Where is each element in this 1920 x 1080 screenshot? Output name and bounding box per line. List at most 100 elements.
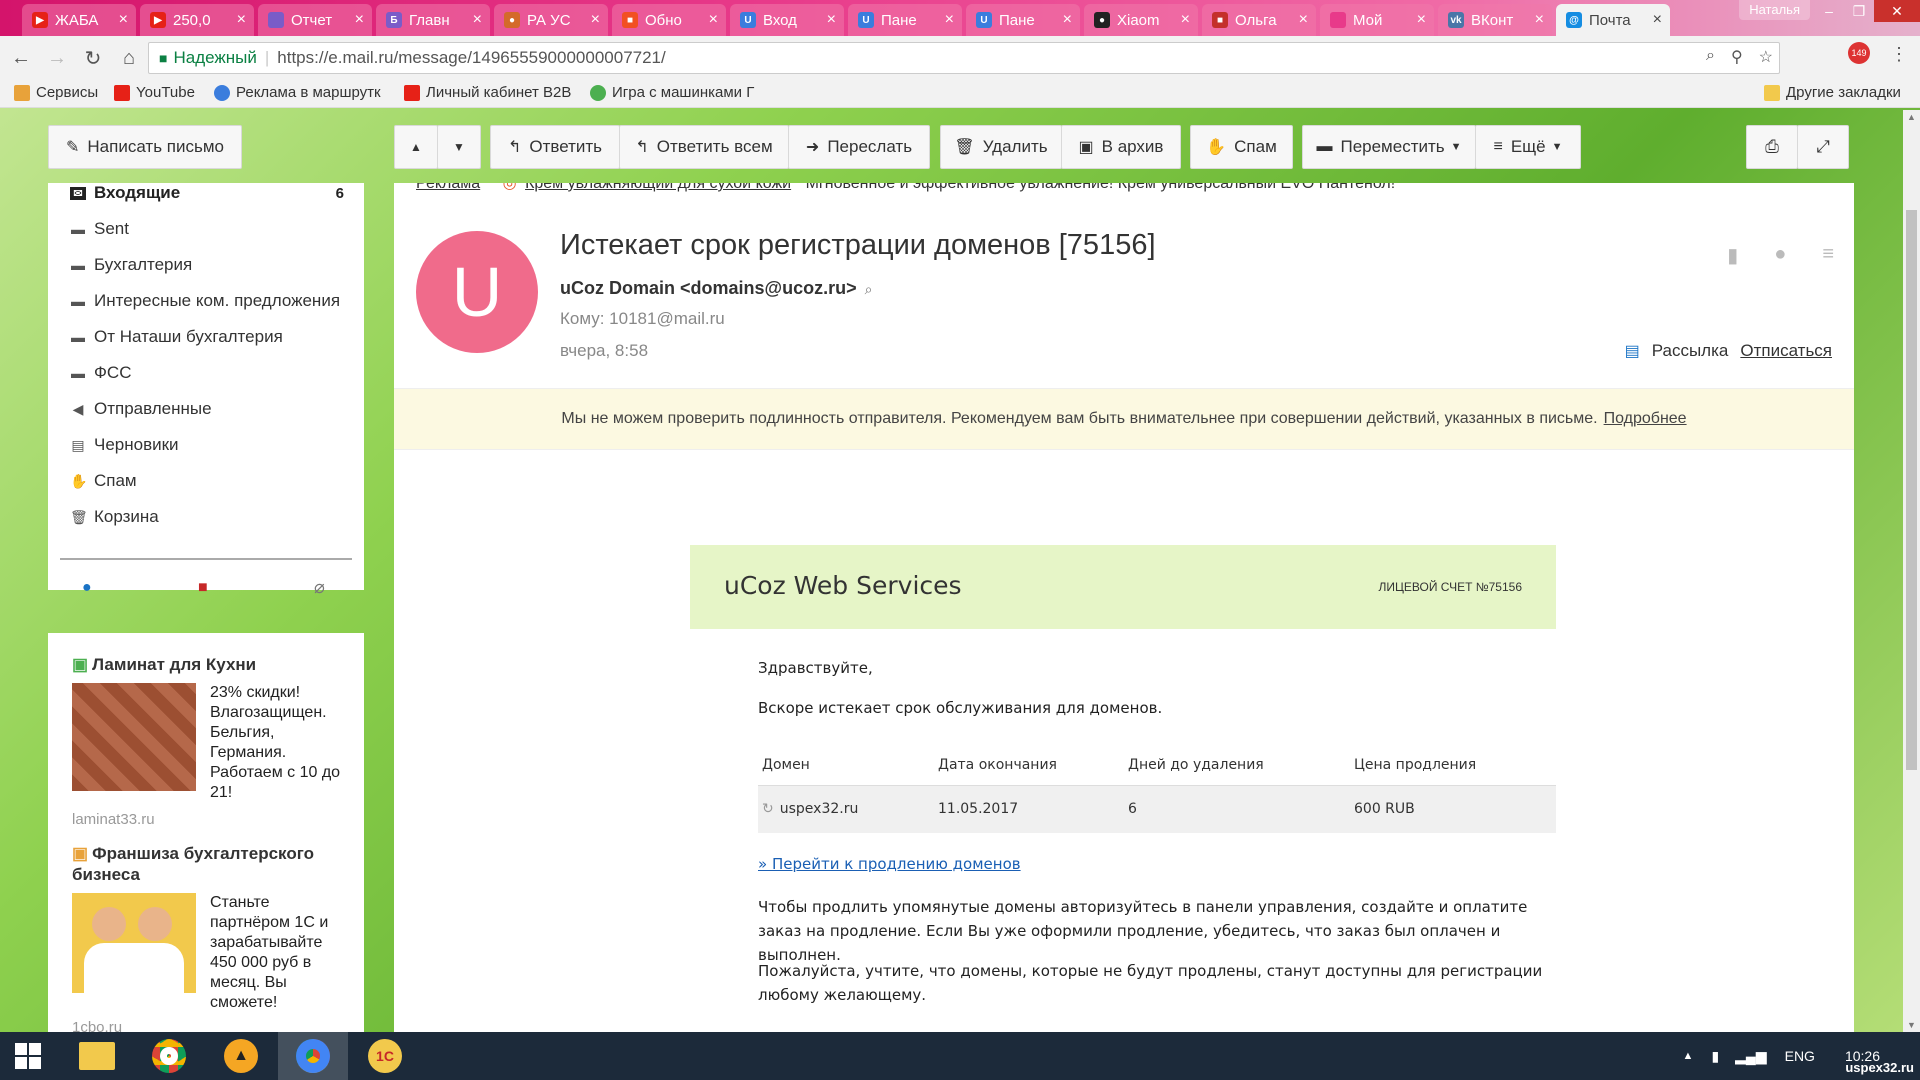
tab-close-icon[interactable]: × — [1063, 11, 1072, 29]
tray-expand-icon[interactable]: ▲ — [1683, 1050, 1694, 1062]
bookmark-youtube[interactable]: YouTube — [114, 84, 195, 101]
forward-button[interactable]: ➜ Переслать — [788, 125, 930, 169]
browser-tab[interactable]: ■ Ольга × — [1202, 4, 1316, 36]
maximize-icon[interactable]: ❐ — [1844, 0, 1874, 22]
tab-close-icon[interactable]: × — [355, 11, 364, 29]
network-icon[interactable]: ▂▄▆ — [1735, 1048, 1766, 1065]
close-window-icon[interactable]: ✕ — [1874, 0, 1920, 22]
taskbar-aimp[interactable]: ▲ — [206, 1032, 276, 1080]
language-indicator[interactable]: ENG — [1785, 1048, 1815, 1064]
start-button[interactable] — [0, 1032, 56, 1080]
url-text[interactable]: https://e.mail.ru/message/14965559000000… — [277, 48, 665, 68]
scroll-down-icon[interactable]: ▼ — [1903, 1020, 1920, 1030]
reload-icon[interactable]: ↻ — [78, 46, 108, 71]
scroll-up-icon[interactable]: ▲ — [1903, 112, 1920, 122]
ad-text[interactable]: 23% скидки! Влагозащищен. Бельгия, Герма… — [210, 683, 350, 803]
warning-more-link[interactable]: Подробнее — [1604, 410, 1687, 428]
franchise-image[interactable] — [72, 893, 196, 993]
tab-close-icon[interactable]: × — [1181, 11, 1190, 29]
browser-tab[interactable]: @ Почта × — [1556, 4, 1670, 36]
star-icon[interactable]: ☆ — [1759, 47, 1773, 67]
page-scrollbar[interactable]: ▲ ▼ — [1903, 110, 1920, 1032]
browser-tab[interactable]: Мой × — [1320, 4, 1434, 36]
browser-tab[interactable]: U Вход × — [730, 4, 844, 36]
zoom-icon[interactable]: ⌕ — [1706, 47, 1715, 67]
reply-all-button[interactable]: ↰ Ответить всем — [619, 125, 789, 169]
tab-close-icon[interactable]: × — [473, 11, 482, 29]
print-button[interactable]: ⎙ — [1746, 125, 1798, 169]
unsubscribe-link[interactable]: Отписаться — [1740, 341, 1832, 361]
minimize-icon[interactable]: – — [1814, 0, 1844, 22]
more-button[interactable]: ≡ Ещё ▼ — [1475, 125, 1581, 169]
browser-tab[interactable]: Б Главн × — [376, 4, 490, 36]
top-ad-line[interactable]: Реклама ◎ Крем увлажняющий для сухой кож… — [416, 183, 1395, 193]
ad-site[interactable]: 1cbo.ru — [72, 1019, 122, 1033]
compose-button[interactable]: ✎ Написать письмо — [48, 125, 242, 169]
extension-badge[interactable]: 149 — [1848, 42, 1870, 64]
move-button[interactable]: ▬ Переместить ▼ — [1302, 125, 1476, 169]
home-icon[interactable]: ⌂ — [114, 47, 144, 70]
bookmark-game[interactable]: Игра с машинками Г — [590, 84, 754, 101]
ad-link[interactable]: Крем увлажняющий для сухой кожи — [525, 183, 791, 192]
scroll-thumb[interactable] — [1906, 210, 1917, 770]
bookmark-b2b[interactable]: Личный кабинет В2В — [404, 84, 571, 101]
folder-offers[interactable]: ▬ Интересные ком. предложения — [70, 291, 340, 311]
folder-spam[interactable]: ✋ Спам — [70, 471, 137, 491]
browser-tab[interactable]: Отчет × — [258, 4, 372, 36]
browser-tab[interactable]: ▶ 250,0 × — [140, 4, 254, 36]
folder-inbox[interactable]: ✉ Входящие — [70, 183, 180, 203]
folder-sent[interactable]: ◀ Отправленные — [70, 399, 212, 419]
attachment-filter-icon[interactable]: ⌀ — [314, 577, 325, 598]
taskbar-chrome-active[interactable] — [278, 1032, 348, 1080]
battery-icon[interactable]: ▮ — [1711, 1048, 1719, 1065]
tab-close-icon[interactable]: × — [591, 11, 600, 29]
browser-tab[interactable]: ▶ ЖАБА × — [22, 4, 136, 36]
address-bar[interactable]: ■ Надежный | https://e.mail.ru/message/1… — [148, 42, 1780, 74]
reply-button[interactable]: ↰ Ответить — [490, 125, 620, 169]
folder-sent-custom[interactable]: ▬ Sent — [70, 219, 129, 239]
ad-title[interactable]: ▣ Франшиза бухгалтерского бизнеса — [72, 843, 342, 885]
tab-close-icon[interactable]: × — [237, 11, 246, 29]
search-icon[interactable]: ⌕ — [865, 281, 873, 297]
tab-close-icon[interactable]: × — [827, 11, 836, 29]
menu-icon[interactable]: ⋮ — [1890, 44, 1908, 65]
ad-text[interactable]: Станьте партнёром 1С и зарабатывайте 450… — [210, 893, 350, 1013]
spam-button[interactable]: ✋ Спам — [1190, 125, 1293, 169]
folder-trash[interactable]: 🗑 Корзина — [70, 507, 159, 527]
message-from[interactable]: uCoz Domain <domains@ucoz.ru> ⌕ — [560, 278, 872, 299]
read-status-icon[interactable]: ● — [1774, 243, 1786, 268]
browser-tab[interactable]: ● Xiaom × — [1084, 4, 1198, 36]
browser-tab[interactable]: ■ Обно × — [612, 4, 726, 36]
profile-button[interactable]: Наталья — [1739, 0, 1810, 20]
browser-tab[interactable]: vk ВКонт × — [1438, 4, 1552, 36]
ad-site[interactable]: laminat33.ru — [72, 811, 155, 828]
bookmark-icon[interactable]: ▮ — [1727, 243, 1738, 268]
tab-close-icon[interactable]: × — [1535, 11, 1544, 29]
back-icon[interactable]: ← — [6, 47, 36, 70]
bookmark-ads[interactable]: Реклама в маршрутк — [214, 84, 381, 101]
tab-close-icon[interactable]: × — [1417, 11, 1426, 29]
laminate-image[interactable] — [72, 683, 196, 791]
tab-close-icon[interactable]: × — [1653, 11, 1662, 29]
folder-drafts[interactable]: ▤ Черновики — [70, 435, 178, 455]
more-menu-icon[interactable]: ≡ — [1822, 243, 1834, 268]
taskbar-1c[interactable]: 1C — [350, 1032, 420, 1080]
bookmark-services[interactable]: Сервисы — [14, 84, 98, 101]
folder-accounting[interactable]: ▬ Бухгалтерия — [70, 255, 192, 275]
taskbar-chrome[interactable] — [134, 1032, 204, 1080]
tab-close-icon[interactable]: × — [945, 11, 954, 29]
ad-title[interactable]: ▣ Ламинат для Кухни — [72, 655, 256, 675]
other-bookmarks[interactable]: Другие закладки — [1764, 84, 1901, 101]
prev-message-button[interactable]: ▲ — [394, 125, 438, 169]
ad-label[interactable]: Реклама — [416, 183, 480, 192]
tab-close-icon[interactable]: × — [119, 11, 128, 29]
folder-natasha[interactable]: ▬ От Наташи бухгалтерия — [70, 327, 283, 347]
browser-tab[interactable]: ● РА УС × — [494, 4, 608, 36]
delete-button[interactable]: 🗑 Удалить — [940, 125, 1062, 169]
fullscreen-button[interactable]: ⤢ — [1797, 125, 1849, 169]
taskbar-explorer[interactable] — [62, 1032, 132, 1080]
key-icon[interactable]: ⚲ — [1731, 47, 1743, 67]
browser-tab[interactable]: U Пане × — [966, 4, 1080, 36]
next-message-button[interactable]: ▼ — [437, 125, 481, 169]
renew-domains-link[interactable]: » Перейти к продлению доменов — [758, 855, 1021, 873]
